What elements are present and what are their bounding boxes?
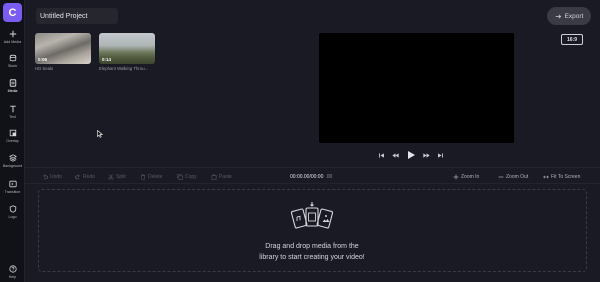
undo-icon	[43, 173, 48, 179]
app-logo[interactable]: C	[3, 3, 22, 22]
layers-icon	[8, 154, 17, 162]
dropzone-line-2: library to start creating your video!	[259, 254, 365, 261]
timecode: 00:00.00 / 00:00.00	[290, 168, 332, 185]
fit-to-screen-button[interactable]: Fit To Screen	[543, 168, 580, 185]
redo-icon	[75, 173, 80, 179]
playback-controls	[378, 148, 444, 162]
media-cards-icon	[290, 202, 334, 229]
fast-forward-button[interactable]	[423, 152, 430, 159]
sidebar-item-label: Text	[9, 115, 16, 119]
total-time: 00:00	[310, 173, 324, 180]
play-icon	[408, 151, 415, 159]
media-item-caption: HD Seals	[35, 66, 54, 71]
sidebar-item-stock[interactable]: Stock	[0, 54, 25, 68]
shield-icon	[9, 205, 16, 213]
dropzone-line-1: Drag and drop media from the	[265, 243, 359, 250]
play-button[interactable]	[406, 150, 416, 160]
sidebar-item-label: Overlay	[6, 139, 19, 143]
paste-label: Paste	[219, 173, 232, 180]
plus-icon	[9, 30, 16, 38]
skip-back-icon	[379, 152, 384, 158]
sidebar-item-text[interactable]: Text	[0, 105, 25, 119]
copy-icon	[177, 173, 183, 180]
total-time-frames: .00	[325, 173, 333, 180]
sidebar-item-logo[interactable]: Logo	[0, 205, 25, 219]
copy-label: Copy	[185, 173, 197, 180]
split-button[interactable]: Split	[108, 168, 126, 185]
export-button[interactable]: Export	[547, 7, 591, 25]
dropzone-message: Drag and drop media from the library to …	[240, 241, 384, 263]
scissors-icon	[108, 173, 114, 180]
sidebar-item-label: Add Media	[3, 40, 22, 44]
aspect-ratio-button[interactable]: 16:9	[561, 34, 583, 45]
copy-button[interactable]: Copy	[177, 168, 197, 185]
project-title[interactable]: Untitled Project	[36, 8, 118, 24]
redo-button[interactable]: Redo	[75, 168, 95, 185]
stock-icon	[9, 54, 16, 62]
skip-forward-icon	[438, 152, 443, 158]
media-item-thumbnail[interactable]: 0:14	[99, 33, 155, 64]
sidebar-item-label: Stock	[8, 64, 17, 68]
plus-icon	[453, 174, 459, 179]
media-icon	[9, 79, 16, 87]
delete-label: Delete	[148, 173, 163, 180]
transition-icon	[8, 180, 17, 188]
media-item-thumbnail[interactable]: 0:06	[35, 33, 91, 64]
zoom-out-button[interactable]: Zoom Out	[498, 168, 528, 185]
sidebar-item-help[interactable]: Help	[0, 265, 25, 279]
text-icon	[9, 105, 16, 113]
zoom-in-label: Zoom In	[461, 173, 480, 180]
expand-arrows-icon	[543, 175, 549, 178]
redo-label: Redo	[83, 173, 95, 180]
current-time: 00:00	[290, 173, 303, 180]
sidebar-item-label: Media	[7, 89, 18, 93]
sidebar-item-label: Transition	[4, 190, 21, 194]
minus-icon	[498, 176, 504, 177]
arrow-right-icon	[555, 13, 561, 19]
help-icon	[8, 265, 17, 273]
zoom-out-label: Zoom Out	[506, 173, 529, 180]
rewind-icon	[392, 152, 399, 158]
overlay-icon	[9, 129, 16, 137]
app-window: C Add Media Stock Media Text Overlay Bac…	[0, 0, 600, 282]
video-preview[interactable]	[319, 33, 514, 143]
fast-forward-icon	[423, 152, 430, 158]
media-item-caption: Elephant Walking Throu...	[99, 66, 149, 71]
sidebar-item-media[interactable]: Media	[0, 79, 25, 93]
sidebar-item-label: Help	[8, 275, 17, 279]
mouse-cursor-icon	[97, 130, 103, 138]
trash-icon	[140, 174, 146, 180]
media-duration: 0:14	[102, 57, 112, 62]
undo-label: Undo	[50, 173, 62, 180]
left-sidebar: C Add Media Stock Media Text Overlay Bac…	[0, 0, 25, 282]
sidebar-item-label: Background	[2, 164, 23, 168]
skip-forward-button[interactable]	[437, 152, 444, 159]
sidebar-item-transition[interactable]: Transition	[0, 180, 25, 194]
fit-to-screen-label: Fit To Screen	[551, 173, 581, 180]
rewind-button[interactable]	[392, 152, 399, 159]
sidebar-item-overlay[interactable]: Overlay	[0, 129, 25, 143]
sidebar-item-add-media[interactable]: Add Media	[0, 30, 25, 44]
paste-button[interactable]: Paste	[211, 168, 232, 185]
paste-icon	[211, 174, 217, 180]
timeline-toolbar: Undo Redo Split Delete Copy Paste 00:00.…	[25, 167, 600, 184]
sidebar-item-background[interactable]: Background	[0, 154, 25, 168]
delete-button[interactable]: Delete	[140, 168, 162, 185]
split-label: Split	[116, 173, 126, 180]
current-time-frames: .00	[302, 173, 310, 180]
skip-back-button[interactable]	[378, 152, 385, 159]
sidebar-item-label: Logo	[8, 215, 17, 219]
media-duration: 0:06	[38, 57, 48, 62]
undo-button[interactable]: Undo	[42, 168, 62, 185]
zoom-in-button[interactable]: Zoom In	[453, 168, 479, 185]
export-label: Export	[564, 12, 584, 20]
